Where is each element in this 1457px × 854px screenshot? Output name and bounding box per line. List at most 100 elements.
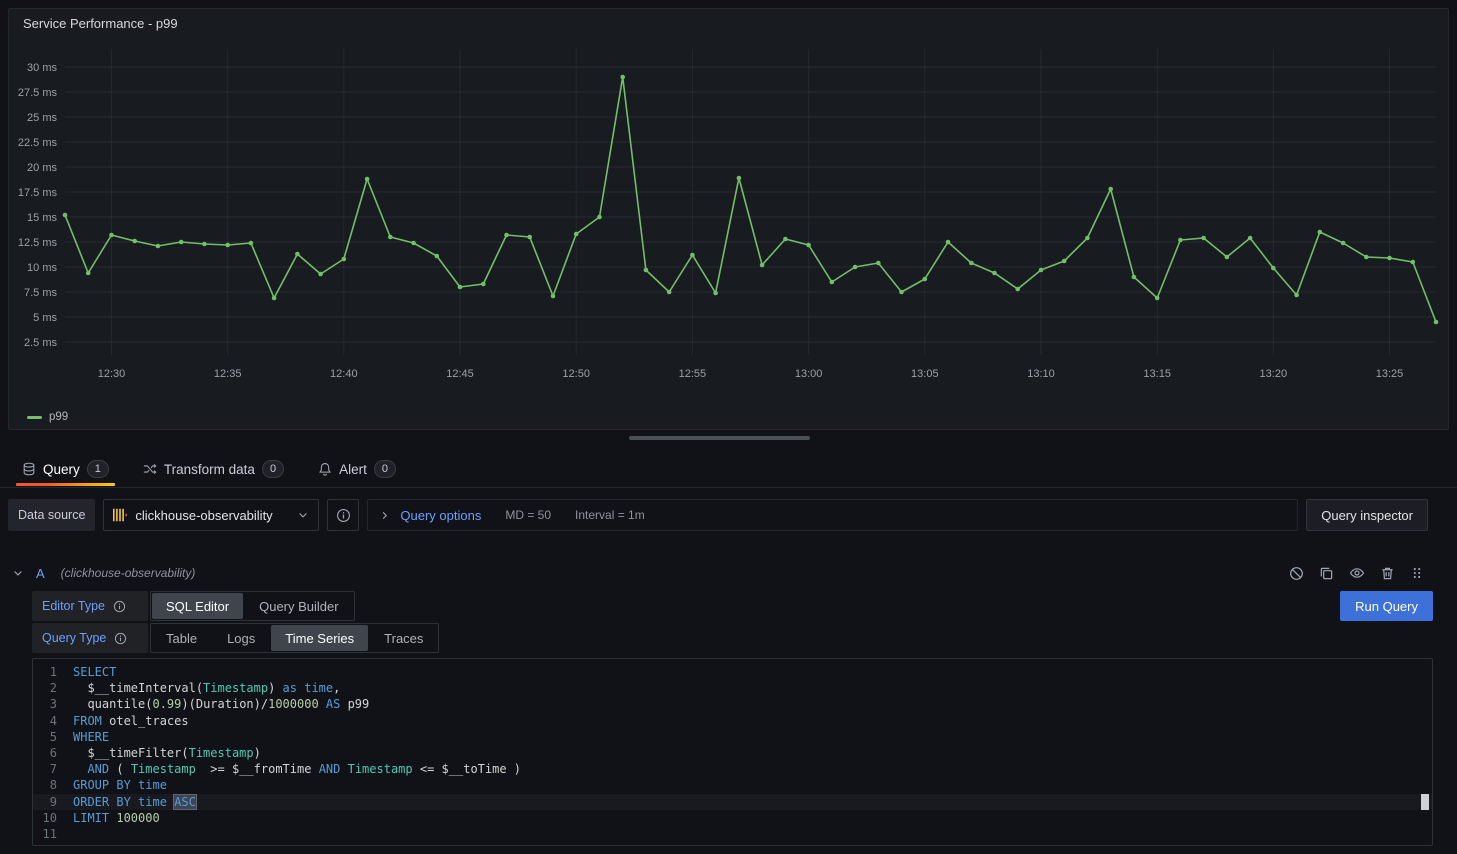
disable-query-icon[interactable] [1289,566,1304,581]
chevron-down-icon [297,509,309,521]
query-inspector-button[interactable]: Query inspector [1306,499,1428,531]
editor-type-option-query-builder[interactable]: Query Builder [245,593,352,619]
svg-text:22.5 ms: 22.5 ms [18,137,58,149]
sql-line-code: quantile(0.99)(Duration)/1000000 AS p99 [73,697,369,711]
query-options-toggle[interactable]: Query options MD = 50 Interval = 1m [367,499,1298,531]
timeseries-chart[interactable]: 2.5 ms5 ms7.5 ms10 ms12.5 ms15 ms17.5 ms… [11,39,1446,391]
sql-lines-container: 1SELECT2 $__timeInterval(Timestamp) as t… [33,664,1432,842]
query-type-label-text: Query Type [42,631,106,645]
datasource-picker[interactable]: clickhouse-observability [103,499,319,531]
tab-query-count-badge: 1 [87,460,109,478]
sql-code-editor[interactable]: 1SELECT2 $__timeInterval(Timestamp) as t… [32,658,1433,846]
max-data-points-value: MD = 50 [505,508,551,522]
tab-alert[interactable]: Alert 0 [310,452,404,486]
sql-line-number: 2 [33,681,73,695]
svg-text:7.5 ms: 7.5 ms [24,287,58,299]
chevron-right-icon [379,510,390,521]
editor-type-label: Editor Type [32,591,148,621]
clickhouse-logo-icon [113,508,127,522]
svg-text:20 ms: 20 ms [27,162,57,174]
drag-handle-grip-icon[interactable] [1410,566,1424,580]
svg-text:30 ms: 30 ms [27,62,57,74]
tab-query-label: Query [43,462,80,477]
datasource-label: Data source [8,499,95,531]
svg-text:13:05: 13:05 [911,368,939,380]
query-type-label: Query Type [32,623,148,653]
svg-text:15 ms: 15 ms [27,212,57,224]
editor-tabs: Query 1 Transform data 0 Alert 0 [14,452,422,486]
sql-line-number: 3 [33,697,73,711]
tab-transform-label: Transform data [164,462,255,477]
tab-transform-data[interactable]: Transform data 0 [135,452,292,486]
query-type-radio-group: Table Logs Time Series Traces [150,623,439,653]
query-row-header: A (clickhouse-observability) [8,558,1428,588]
sql-line-number: 1 [33,665,73,679]
legend-series-label: p99 [49,411,68,423]
tab-alert-count-badge: 0 [374,460,396,478]
query-type-option-time-series[interactable]: Time Series [271,625,368,651]
sql-line[interactable]: 10LIMIT 100000 [33,810,1432,826]
hide-response-eye-icon[interactable] [1349,565,1365,581]
svg-text:13:25: 13:25 [1376,368,1404,380]
svg-text:27.5 ms: 27.5 ms [18,87,58,99]
sql-line-code: LIMIT 100000 [73,811,160,825]
sql-line[interactable]: 11 [33,826,1432,842]
bell-icon [318,462,332,476]
sql-line-code: $__timeFilter(Timestamp) [73,746,261,760]
sql-line[interactable]: 2 $__timeInterval(Timestamp) as time, [33,680,1432,696]
svg-text:12:35: 12:35 [214,368,242,380]
active-tab-underline [16,483,115,486]
transform-icon [143,462,157,476]
sql-line-number: 9 [33,795,73,809]
sql-line[interactable]: 4FROM otel_traces [33,713,1432,729]
sql-line-number: 4 [33,714,73,728]
chart-legend[interactable]: p99 [27,411,68,423]
delete-query-trash-icon[interactable] [1380,566,1395,581]
svg-text:12:40: 12:40 [330,368,358,380]
sql-line[interactable]: 5WHERE [33,729,1432,745]
datasource-help-button[interactable] [327,499,359,531]
editor-type-row: Editor Type SQL Editor Query Builder Run… [32,591,1433,621]
horizontal-scrollbar-thumb[interactable] [629,436,810,440]
svg-text:13:10: 13:10 [1027,368,1055,380]
timeseries-panel: Service Performance - p99 2.5 ms5 ms7.5 … [8,8,1449,430]
query-type-option-traces[interactable]: Traces [370,625,437,651]
collapse-chevron-icon[interactable] [12,567,24,579]
query-options-label: Query options [400,508,481,523]
query-type-option-logs[interactable]: Logs [213,625,269,651]
sql-line-code: AND ( Timestamp >= $__fromTime AND Times… [73,762,521,776]
svg-text:12:45: 12:45 [446,368,474,380]
svg-text:25 ms: 25 ms [27,112,57,124]
sql-line-number: 8 [33,778,73,792]
panel-title[interactable]: Service Performance - p99 [9,9,1448,31]
sql-line[interactable]: 7 AND ( Timestamp >= $__fromTime AND Tim… [33,761,1432,777]
sql-line[interactable]: 1SELECT [33,664,1432,680]
tab-query[interactable]: Query 1 [14,452,117,486]
svg-text:13:00: 13:00 [795,368,823,380]
datasource-value: clickhouse-observability [135,508,289,523]
svg-text:12:50: 12:50 [562,368,590,380]
sql-line-number: 11 [33,827,73,841]
svg-text:2.5 ms: 2.5 ms [24,337,58,349]
query-type-option-table[interactable]: Table [152,625,211,651]
editor-type-radio-group: SQL Editor Query Builder [150,591,355,621]
query-ref-id[interactable]: A [36,566,45,581]
query-datasource-hint: (clickhouse-observability) [61,566,196,580]
svg-text:13:20: 13:20 [1260,368,1288,380]
svg-text:10 ms: 10 ms [27,262,57,274]
tab-transform-count-badge: 0 [262,460,284,478]
query-type-row: Query Type Table Logs Time Series Traces [32,623,1433,653]
sql-line[interactable]: 3 quantile(0.99)(Duration)/1000000 AS p9… [33,696,1432,712]
sql-line[interactable]: 9ORDER BY time ASC [33,794,1432,810]
sql-line[interactable]: 6 $__timeFilter(Timestamp) [33,745,1432,761]
editor-cursor-marker [1421,794,1429,810]
editor-type-option-sql-editor[interactable]: SQL Editor [152,593,243,619]
info-circle-icon[interactable] [114,632,127,645]
editor-type-label-text: Editor Type [42,599,105,613]
interval-value: Interval = 1m [575,508,645,522]
datasource-bar: Data source clickhouse-observability Que… [8,499,1428,531]
duplicate-query-icon[interactable] [1319,566,1334,581]
sql-line[interactable]: 8GROUP BY time [33,777,1432,793]
info-circle-icon[interactable] [113,600,126,613]
run-query-button[interactable]: Run Query [1340,591,1433,621]
